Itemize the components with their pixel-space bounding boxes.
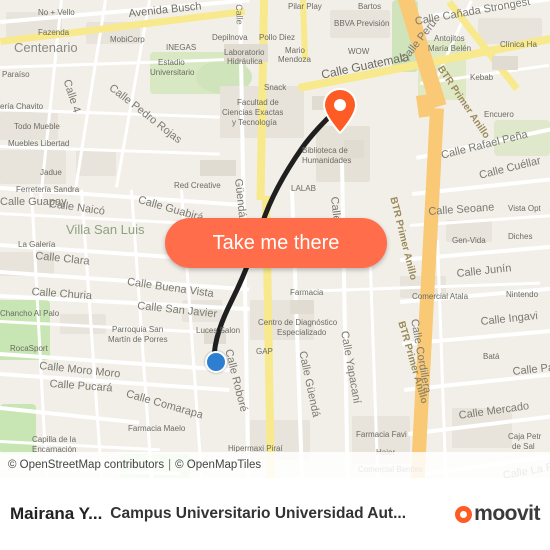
moovit-wordmark: moovit <box>474 502 540 525</box>
building <box>344 140 364 158</box>
take-me-there-button[interactable]: Take me there <box>165 218 387 268</box>
attribution-separator: | <box>168 459 172 471</box>
building <box>492 56 518 70</box>
map-canvas[interactable]: Centenario Villa San Luis Paraíso Fazend… <box>0 0 550 478</box>
openmaptiles-attribution-link[interactable]: © OpenMapTiles <box>175 459 261 471</box>
destination-label: Campus Universitario Universidad Aut... <box>110 505 407 522</box>
moovit-logo[interactable]: moovit <box>455 502 540 526</box>
building <box>224 44 268 62</box>
building <box>204 330 226 344</box>
osm-attribution-link[interactable]: © OpenStreetMap contributors <box>8 459 164 471</box>
park-area <box>0 300 50 360</box>
map-attribution: © OpenStreetMap contributors | © OpenMapTi… <box>0 452 550 478</box>
building <box>200 160 236 176</box>
destination-pin-icon[interactable] <box>322 88 358 134</box>
moovit-map-screen: Centenario Villa San Luis Paraíso Fazend… <box>0 0 550 550</box>
ring-road-joint <box>416 93 435 118</box>
moovit-dot-icon <box>455 505 473 523</box>
building <box>290 300 314 314</box>
city-block <box>330 10 390 38</box>
origin-label: Mairana Y... <box>10 504 103 523</box>
city-block <box>0 150 66 184</box>
origin-marker[interactable] <box>205 351 227 373</box>
trip-footer: Mairana Y... Campus Universitario Univer… <box>0 478 550 550</box>
